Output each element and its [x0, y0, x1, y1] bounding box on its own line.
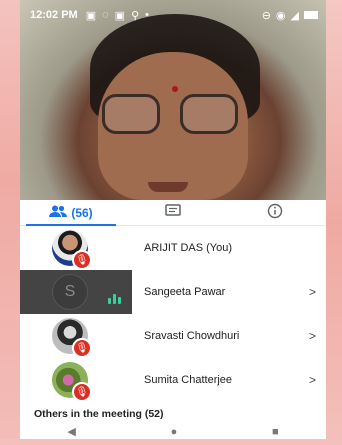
- tab-chat[interactable]: [122, 200, 224, 225]
- home-icon[interactable]: ●: [171, 426, 178, 438]
- avatar: S: [52, 274, 88, 310]
- backdrop-left: [0, 0, 20, 445]
- participant-name: ARIJIT DAS (You): [144, 242, 233, 254]
- chat-icon: [165, 204, 181, 221]
- participant-name: Sangeeta Pawar: [144, 286, 226, 298]
- people-icon: [49, 205, 68, 220]
- battery-icon: [304, 11, 318, 19]
- participant-row[interactable]: 🎙 ARIJIT DAS (You): [20, 226, 326, 270]
- status-time: 12:02 PM: [30, 9, 78, 21]
- mic-off-icon: 🎙: [72, 250, 92, 270]
- participant-name: Sravasti Chowdhuri: [144, 330, 240, 342]
- location-icon: ⚲: [131, 9, 140, 22]
- wifi-icon: ◉: [275, 9, 286, 22]
- whatsapp-icon: ◌: [102, 9, 109, 21]
- participant-name: Sumita Chatterjee: [144, 374, 233, 386]
- back-icon[interactable]: ◀: [67, 425, 75, 438]
- backdrop-right: [326, 0, 342, 445]
- panel-tabs: (56): [20, 200, 326, 226]
- signal-icon: ◢: [290, 9, 299, 22]
- participant-list: 🎙 ARIJIT DAS (You) S Sangeeta Pawar > 🎙: [20, 226, 326, 402]
- others-in-meeting-label: Others in the meeting (52): [34, 408, 164, 420]
- notification-icon: ▣: [85, 9, 97, 22]
- mic-off-icon: 🎙: [72, 338, 92, 358]
- participant-row[interactable]: 🎙 Sumita Chatterjee >: [20, 358, 326, 402]
- video-bindi: [172, 86, 178, 92]
- status-bar: 12:02 PM ▣ ◌ ▣ ⚲ • ⊖ ◉ ◢: [20, 0, 326, 30]
- android-nav-bar: ◀ ● ■: [20, 424, 326, 439]
- chevron-right-icon[interactable]: >: [309, 373, 316, 387]
- video-glasses-right: [180, 94, 238, 134]
- tab-people-count: (56): [71, 205, 93, 220]
- do-not-disturb-icon: ⊖: [261, 9, 271, 22]
- chevron-right-icon[interactable]: >: [309, 285, 316, 299]
- video-mouth: [148, 182, 188, 192]
- notification-icon: ▣: [114, 9, 126, 22]
- backdrop-bottom: [0, 439, 342, 445]
- dot-icon: •: [145, 9, 149, 21]
- chevron-right-icon[interactable]: >: [309, 329, 316, 343]
- participant-row[interactable]: 🎙 Sravasti Chowdhuri >: [20, 314, 326, 358]
- video-glasses-left: [102, 94, 160, 134]
- info-icon: [267, 203, 283, 222]
- speaking-indicator-icon: [108, 286, 128, 304]
- video-feed[interactable]: [20, 0, 326, 200]
- tab-people[interactable]: (56): [20, 200, 122, 226]
- mic-off-icon: 🎙: [72, 382, 92, 402]
- recents-icon[interactable]: ■: [272, 426, 279, 438]
- tab-info[interactable]: [224, 200, 326, 225]
- phone-screen: 12:02 PM ▣ ◌ ▣ ⚲ • ⊖ ◉ ◢ (56) 🎙 ARIJIT D…: [20, 0, 326, 439]
- participant-row[interactable]: S Sangeeta Pawar >: [20, 270, 326, 314]
